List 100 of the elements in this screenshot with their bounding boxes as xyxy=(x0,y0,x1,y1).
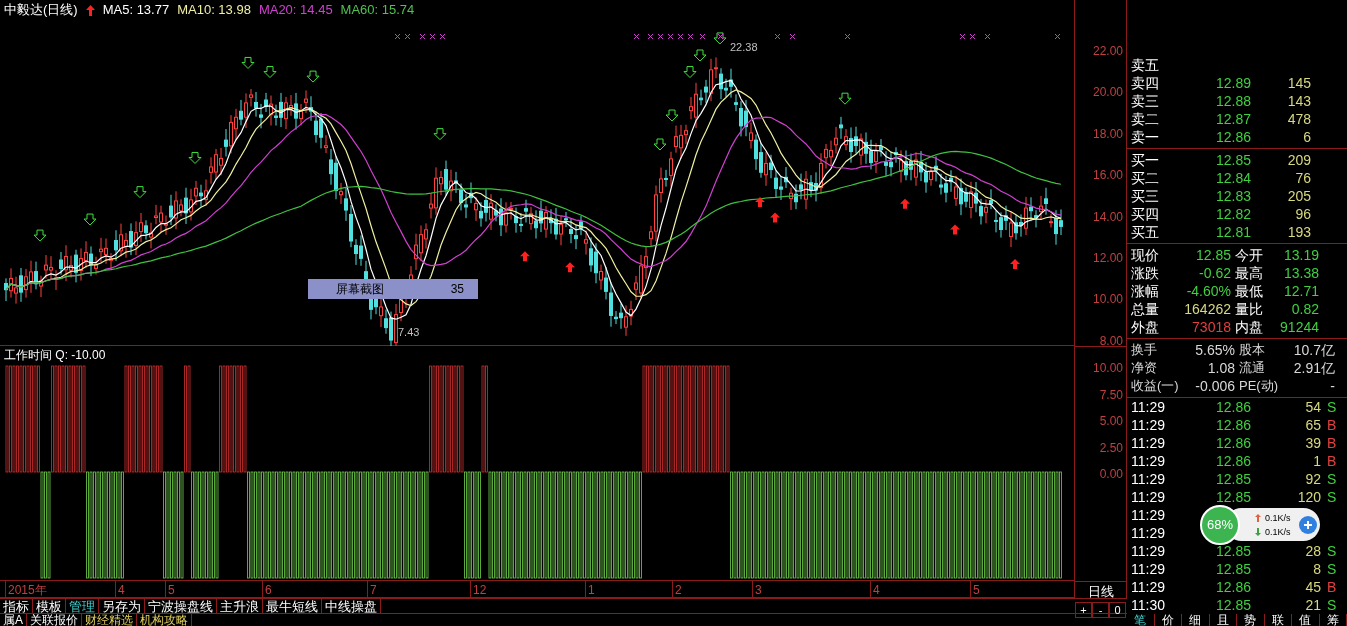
trade-price: 12.86 xyxy=(1214,434,1251,452)
down-arrow-icon xyxy=(683,66,697,79)
trade-price: 12.86 xyxy=(1214,578,1251,596)
order-volume: 96 xyxy=(1294,205,1311,223)
moving-average-label: MA10: 13.98 xyxy=(177,1,251,20)
quote-value: -0.62 xyxy=(1198,264,1231,282)
trade-time: 11:29 xyxy=(1131,542,1166,560)
stat-value: 2.91亿 xyxy=(1292,359,1335,377)
down-arrow-icon xyxy=(665,109,679,122)
stat-label: PE(动) xyxy=(1239,377,1279,395)
bottom-tab[interactable]: 属A xyxy=(0,614,27,626)
order-price: 12.85 xyxy=(1214,151,1251,169)
quote-value: 13.38 xyxy=(1282,264,1319,282)
axis-tick-label: 10.00 xyxy=(1092,360,1123,377)
axis-tick-label: 16.00 xyxy=(1092,167,1123,185)
quote-label: 最低 xyxy=(1235,282,1264,300)
side-tab[interactable]: 且 xyxy=(1209,614,1237,626)
order-price: 12.87 xyxy=(1214,110,1251,128)
order-level-label: 卖四 xyxy=(1131,74,1160,92)
axis-tick-label: 2.50 xyxy=(1099,439,1123,457)
trade-price: 12.86 xyxy=(1214,452,1251,470)
axis-tick-label: 12.00 xyxy=(1092,250,1123,267)
bottom-tab[interactable]: 财经精选 xyxy=(82,614,137,626)
axis-tick-label: 14.00 xyxy=(1092,208,1123,226)
side-tab[interactable]: 势 xyxy=(1237,614,1265,626)
toolbar-tab[interactable]: 主升浪 xyxy=(217,599,263,613)
bottom-tab[interactable]: 机构攻略 xyxy=(137,614,192,626)
trade-side: S xyxy=(1327,596,1337,614)
order-price: 12.83 xyxy=(1214,187,1251,205)
trade-price: 12.85 xyxy=(1214,560,1251,578)
order-price: 12.84 xyxy=(1214,169,1251,187)
toolbar-tab[interactable]: 另存为 xyxy=(99,599,145,613)
zoom-button[interactable]: - xyxy=(1092,601,1109,618)
oscillator-title: 工作时间 Q: -10.00 xyxy=(4,347,106,364)
down-arrow-icon xyxy=(838,92,852,105)
toolbar-tab[interactable]: 管理 xyxy=(66,599,99,613)
side-tab[interactable]: 价 xyxy=(1154,614,1182,626)
quote-label: 总量 xyxy=(1131,300,1160,318)
quote-value: -4.60% xyxy=(1185,282,1231,300)
trade-volume: 39 xyxy=(1304,434,1321,452)
date-label: 5 xyxy=(970,581,980,599)
axis-tick-label: 20.00 xyxy=(1092,84,1123,102)
date-label: 1 xyxy=(585,581,595,599)
axis-tick-label: 8.00 xyxy=(1099,332,1123,350)
cross-mark-icon xyxy=(419,33,426,40)
axis-tick-label: 5.00 xyxy=(1099,413,1123,430)
up-arrow-icon xyxy=(85,4,95,16)
stat-value: 1.08 xyxy=(1206,359,1235,377)
side-tab[interactable]: 细 xyxy=(1182,614,1210,626)
cross-mark-icon xyxy=(687,33,694,40)
date-label: 2015年 xyxy=(5,581,47,599)
cross-mark-icon xyxy=(1054,33,1061,40)
axis-tick-label: 7.50 xyxy=(1099,386,1123,404)
trade-price: 12.85 xyxy=(1214,596,1251,614)
order-volume: 76 xyxy=(1294,169,1311,187)
side-tab[interactable]: 筹 xyxy=(1319,614,1347,626)
cross-mark-icon xyxy=(984,33,991,40)
period-label: 日线 xyxy=(1087,583,1114,601)
toolbar-tab[interactable]: 最牛短线 xyxy=(263,599,322,613)
side-tab[interactable]: 笔 xyxy=(1127,614,1155,626)
moving-average-label: MA60: 15.74 xyxy=(340,1,415,20)
tooltip-value: 35 xyxy=(450,281,464,298)
trade-time: 11:29 xyxy=(1131,488,1166,506)
down-arrow-icon xyxy=(653,138,667,151)
side-tab[interactable]: 值 xyxy=(1292,614,1320,626)
toolbar-tab[interactable]: 模板 xyxy=(33,599,66,613)
toolbar-tab[interactable]: 中线操盘 xyxy=(322,599,381,613)
quote-value: 164262 xyxy=(1183,300,1231,318)
toolbar-tab[interactable]: 宁波操盘线 xyxy=(145,599,217,613)
toolbar-tab[interactable]: 指标 xyxy=(0,599,33,613)
order-level-label: 买四 xyxy=(1131,205,1160,223)
zoom-button[interactable]: + xyxy=(1075,601,1092,618)
trade-time: 11:29 xyxy=(1131,470,1166,488)
trade-time: 11:29 xyxy=(1131,560,1166,578)
order-price: 12.89 xyxy=(1214,74,1251,92)
cross-mark-icon xyxy=(959,33,966,40)
order-volume: 478 xyxy=(1286,110,1311,128)
order-level-label: 卖五 xyxy=(1131,56,1160,74)
order-price: 12.82 xyxy=(1214,205,1251,223)
bottom-tab[interactable]: 关联报价 xyxy=(27,614,82,626)
trade-side: B xyxy=(1327,578,1337,596)
down-arrow-icon xyxy=(33,229,47,242)
quote-label: 量比 xyxy=(1235,300,1264,318)
down-arrow-icon xyxy=(713,32,727,45)
date-label: 4 xyxy=(870,581,880,599)
date-label: 7 xyxy=(367,581,377,599)
trade-side: S xyxy=(1327,470,1337,488)
upload-arrow-icon xyxy=(1255,513,1261,522)
trade-volume: 92 xyxy=(1304,470,1321,488)
down-arrow-icon xyxy=(241,56,255,69)
tooltip-label: 屏幕截图 xyxy=(336,281,384,298)
order-volume: 193 xyxy=(1286,223,1311,241)
order-level-label: 卖二 xyxy=(1131,110,1160,128)
order-volume: 6 xyxy=(1302,128,1311,146)
quote-label: 现价 xyxy=(1131,246,1160,264)
trade-side: S xyxy=(1327,488,1337,506)
zoom-button[interactable]: 0 xyxy=(1109,601,1126,618)
add-button[interactable] xyxy=(1299,515,1317,534)
side-tab[interactable]: 联 xyxy=(1264,614,1292,626)
stat-label: 净资 xyxy=(1131,359,1158,377)
